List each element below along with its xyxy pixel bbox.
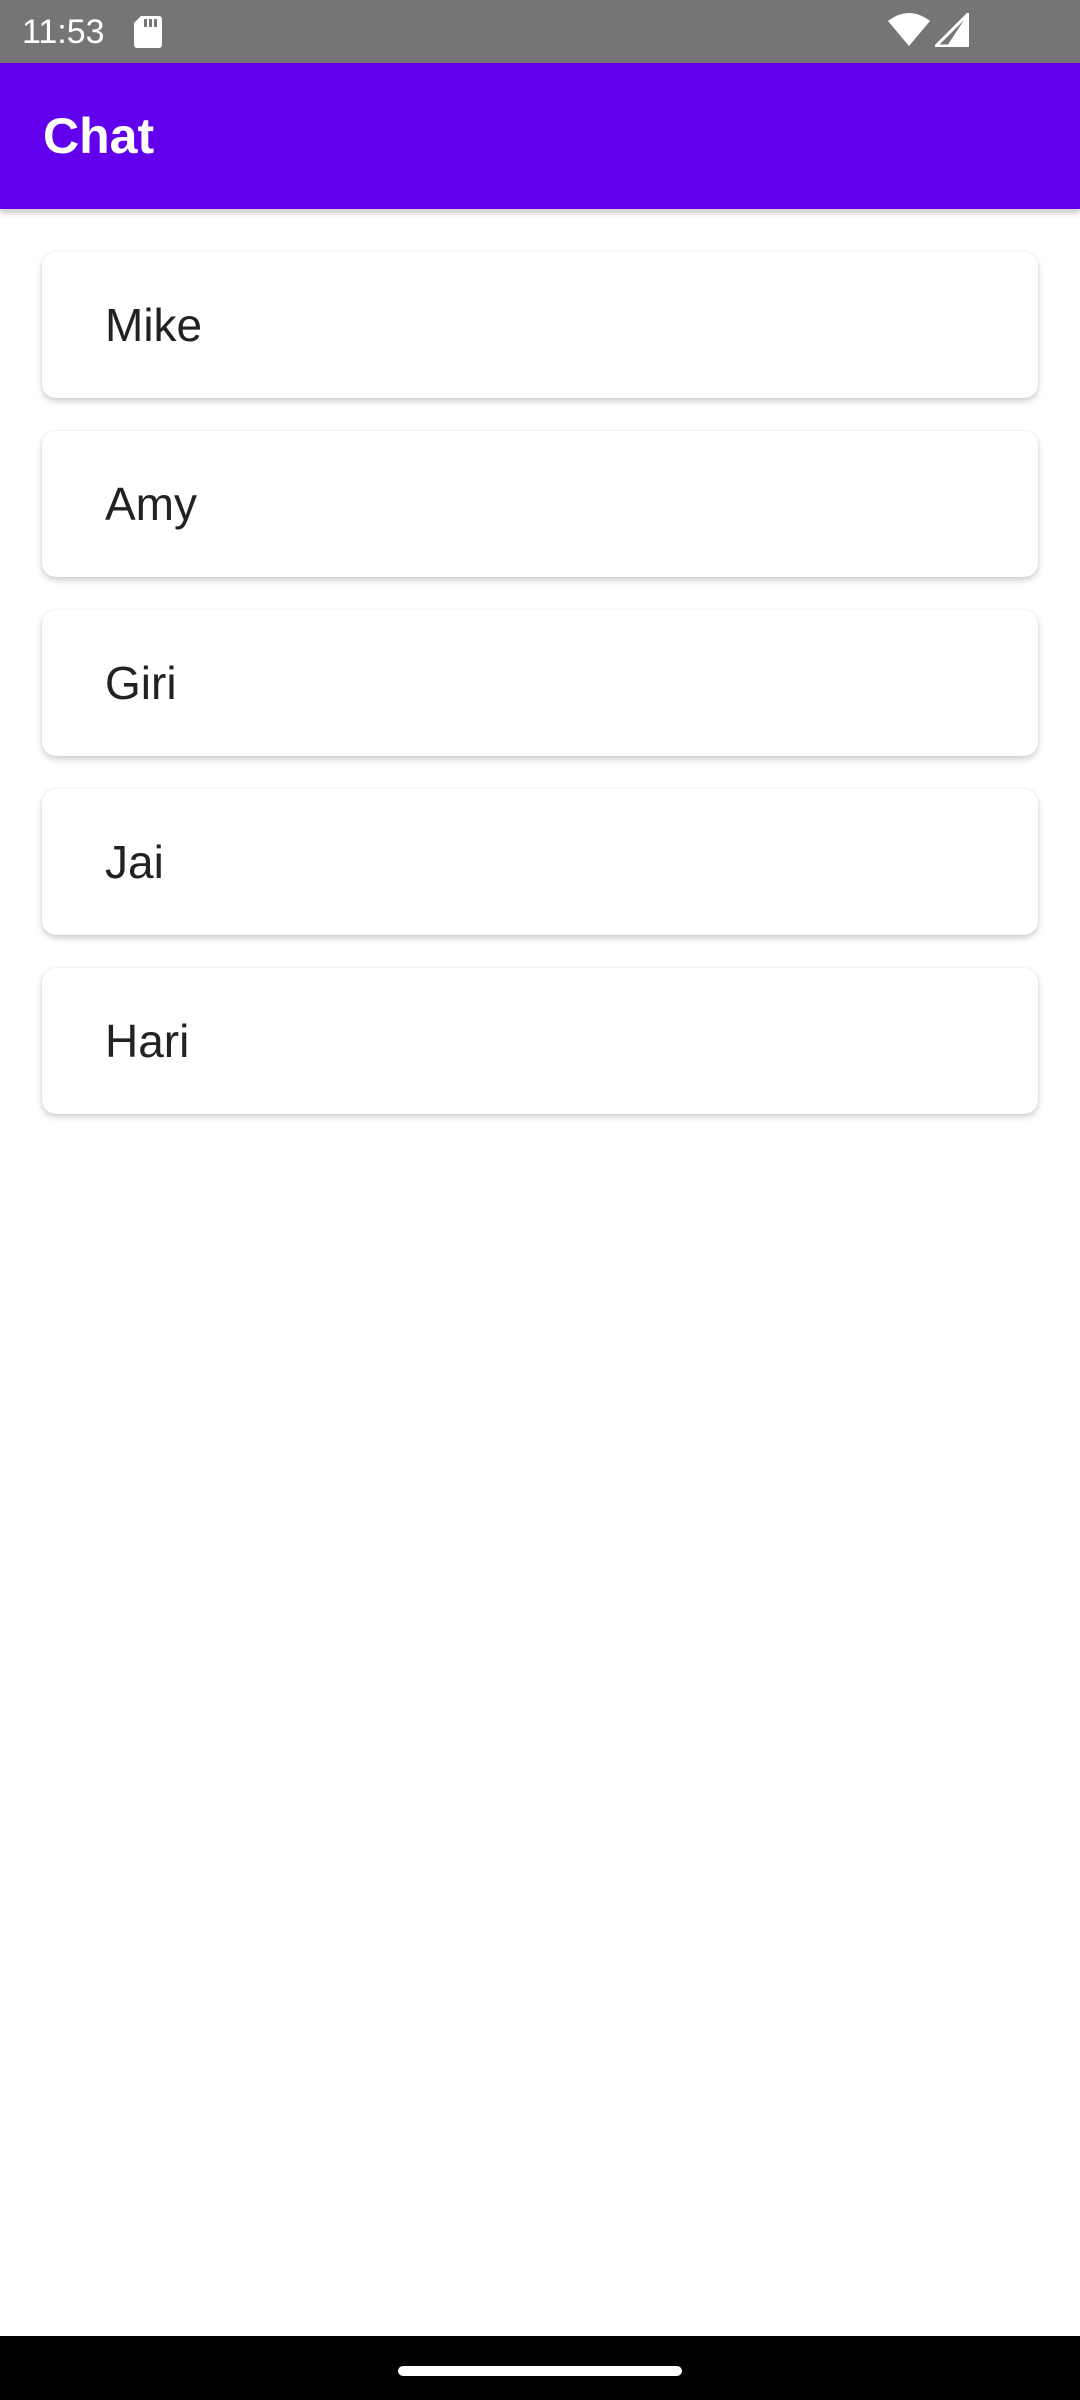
sd-card-icon [134, 16, 162, 48]
status-bar: 11:53 [0, 0, 1080, 63]
chat-name: Hari [105, 1015, 190, 1067]
app-bar: Chat [0, 63, 1080, 209]
chat-name: Amy [105, 478, 197, 530]
navigation-bar [0, 2336, 1080, 2400]
chat-item-giri[interactable]: Giri [42, 610, 1038, 756]
chat-item-mike[interactable]: Mike [42, 252, 1038, 398]
signal-icon [935, 13, 969, 47]
page-title: Chat [43, 108, 155, 164]
chat-list: Mike Amy Giri Jai Hari [42, 252, 1038, 1114]
wifi-icon [888, 13, 930, 46]
home-gesture-handle[interactable] [398, 2366, 682, 2376]
chat-item-jai[interactable]: Jai [42, 789, 1038, 935]
status-time: 11:53 [22, 13, 105, 51]
chat-item-hari[interactable]: Hari [42, 968, 1038, 1114]
chat-name: Giri [105, 657, 177, 709]
chat-name: Jai [105, 836, 164, 888]
chat-item-amy[interactable]: Amy [42, 431, 1038, 577]
chat-name: Mike [105, 299, 203, 351]
